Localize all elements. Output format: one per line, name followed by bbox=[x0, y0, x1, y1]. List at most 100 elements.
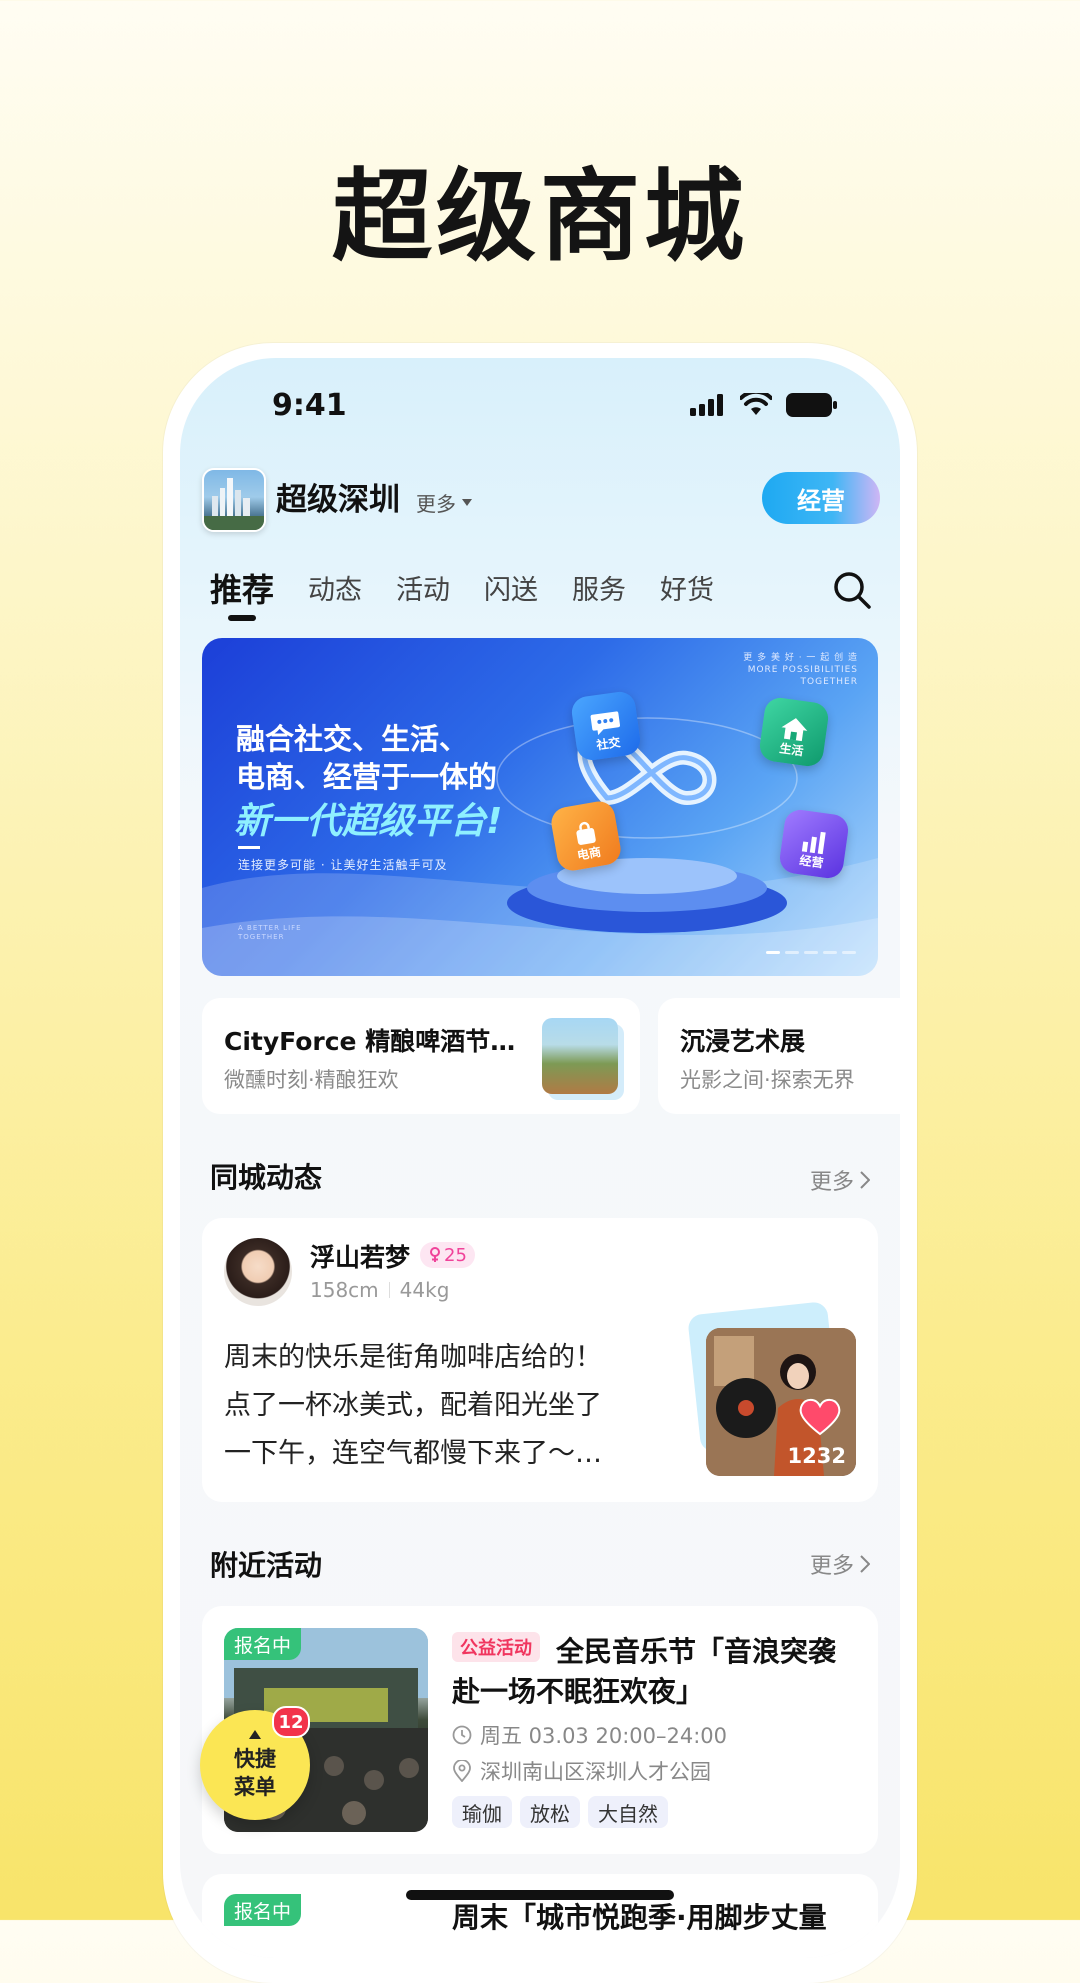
activity-category-tag: 公益活动 bbox=[452, 1632, 540, 1662]
chevron-right-icon bbox=[860, 1555, 870, 1573]
more-dropdown[interactable]: 更多 bbox=[416, 488, 472, 517]
featured-card-thumbnail bbox=[542, 1018, 618, 1094]
nearby-more-link[interactable]: 更多 bbox=[810, 1548, 870, 1580]
more-label: 更多 bbox=[416, 492, 456, 516]
banner-small-text-2: TOGETHER bbox=[238, 933, 285, 941]
pagination-dot bbox=[766, 951, 780, 954]
weight-value: 44kg bbox=[399, 1278, 450, 1302]
tab-activities[interactable]: 活动 bbox=[396, 568, 450, 611]
banner-headline-2: 电商、经营于一体的 bbox=[236, 760, 498, 794]
avatar[interactable] bbox=[224, 1238, 292, 1306]
status-icons bbox=[690, 392, 838, 418]
city-feed-more-label: 更多 bbox=[809, 1170, 854, 1195]
registration-status-badge: 报名中 bbox=[224, 1628, 302, 1660]
heart-icon[interactable] bbox=[798, 1396, 842, 1436]
gender-age-badge: 25 bbox=[420, 1242, 475, 1268]
activity-card[interactable]: 报名中 周末「城市悦跑季·用脚步丈量 bbox=[202, 1874, 878, 1958]
featured-card-subtitle: 光影之间·探索无界 bbox=[680, 1068, 855, 1092]
activity-time: 周五 03.03 20:00–24:00 bbox=[452, 1720, 727, 1750]
post-image[interactable]: 1232 bbox=[706, 1328, 856, 1476]
manage-button[interactable]: 经营 bbox=[762, 472, 880, 524]
tab-dynamics[interactable]: 动态 bbox=[308, 568, 362, 611]
notification-badge: 12 bbox=[272, 1706, 310, 1738]
featured-card-art-exhibition[interactable]: 沉浸艺术展 光影之间·探索无界 bbox=[658, 998, 900, 1114]
status-time: 9:41 bbox=[272, 388, 347, 423]
nearby-more-label: 更多 bbox=[809, 1554, 854, 1579]
city-post-card[interactable]: 浮山若梦 25 158cm 44kg 周末的快乐是街角咖啡店给的！ 点了一杯冰美… bbox=[202, 1218, 878, 1502]
ecommerce-hub-icon: 电商 bbox=[548, 798, 624, 874]
pagination-dot bbox=[842, 951, 856, 954]
activity-time-text: 周五 03.03 20:00–24:00 bbox=[480, 1724, 728, 1748]
banner-divider bbox=[238, 846, 260, 849]
search-icon[interactable] bbox=[832, 570, 872, 610]
life-hub-label: 生活 bbox=[778, 741, 805, 759]
pagination-dot bbox=[785, 951, 799, 954]
city-skyline-icon bbox=[204, 478, 264, 530]
page-headline: 超级商城 bbox=[332, 158, 748, 275]
female-icon bbox=[430, 1247, 440, 1262]
activity-title-line1: 全民音乐节「音浪突袭 bbox=[556, 1635, 837, 1668]
banner-headline-3: 新一代超级平台! bbox=[234, 801, 503, 842]
featured-card-title: 沉浸艺术展 bbox=[680, 1027, 806, 1056]
location-pin-icon bbox=[453, 1760, 471, 1782]
post-text-line: 点了一杯冰美式，配着阳光坐了 bbox=[224, 1390, 602, 1421]
post-text-line: 周末的快乐是街角咖啡店给的！ bbox=[224, 1342, 602, 1373]
banner-small-text-1: A BETTER LIFE bbox=[238, 924, 302, 932]
post-text-line: 一下午，连空气都慢下来了～… bbox=[224, 1438, 602, 1469]
banner-top-text: 更 多 美 好 · 一 起 创 造 MORE POSSIBILITIES TOG… bbox=[743, 652, 858, 688]
banner-headline-1: 融合社交、生活、 bbox=[236, 722, 469, 756]
tab-recommend[interactable]: 推荐 bbox=[210, 565, 274, 621]
city-feed-title: 同城动态 bbox=[210, 1161, 323, 1194]
activity-title-line2: 赴一场不眠狂欢夜」 bbox=[452, 1675, 705, 1708]
caret-up-icon bbox=[249, 1729, 261, 1739]
activity-chip[interactable]: 瑜伽 bbox=[452, 1796, 512, 1828]
pagination-dot bbox=[823, 951, 837, 954]
banner-top-text-1: 更 多 美 好 · 一 起 创 造 bbox=[743, 653, 858, 663]
height-value: 158cm bbox=[310, 1278, 379, 1302]
signal-icon bbox=[690, 394, 723, 416]
bar-chart-icon bbox=[801, 831, 826, 855]
social-hub-icon: 社交 bbox=[569, 689, 643, 763]
app-name: 超级深圳 bbox=[276, 482, 400, 518]
banner-top-text-2: MORE POSSIBILITIES bbox=[747, 665, 858, 675]
pagination-dot bbox=[804, 951, 818, 954]
caret-down-icon bbox=[462, 498, 472, 506]
featured-card-subtitle: 微醺时刻·精酿狂欢 bbox=[224, 1068, 399, 1092]
business-hub-label: 经营 bbox=[798, 853, 825, 871]
banner-subtitle: 连接更多可能 · 让美好生活触手可及 bbox=[238, 858, 448, 872]
tab-services[interactable]: 服务 bbox=[572, 568, 626, 611]
activity-chip[interactable]: 放松 bbox=[520, 1796, 580, 1828]
body-stats: 158cm 44kg bbox=[310, 1278, 449, 1302]
chevron-right-icon bbox=[860, 1171, 870, 1189]
like-count: 1232 bbox=[787, 1444, 846, 1468]
nearby-activities-title: 附近活动 bbox=[210, 1549, 323, 1582]
banner-top-text-3: TOGETHER bbox=[800, 677, 858, 687]
stats-divider bbox=[388, 1282, 390, 1298]
quick-menu-label-2: 菜单 bbox=[234, 1774, 276, 1799]
life-hub-icon: 生活 bbox=[757, 695, 831, 769]
banner-small-text: A BETTER LIFE TOGETHER bbox=[238, 924, 302, 942]
home-indicator[interactable] bbox=[406, 1890, 674, 1900]
ecommerce-hub-label: 电商 bbox=[576, 844, 603, 863]
activity-location-text: 深圳南山区深圳人才公园 bbox=[480, 1760, 711, 1784]
clock-icon bbox=[452, 1725, 472, 1745]
registration-status-badge: 报名中 bbox=[224, 1894, 302, 1926]
banner-pagination bbox=[766, 951, 856, 954]
quick-menu-button[interactable]: 快捷 菜单 12 bbox=[200, 1706, 310, 1820]
tab-flash-delivery[interactable]: 闪送 bbox=[484, 568, 538, 611]
phone-screen: 9:41 超级深圳 更多 经营 推荐 动态 活动 闪送 服务 好货 更 多 美 … bbox=[180, 358, 900, 1958]
wifi-icon bbox=[740, 393, 772, 415]
app-logo[interactable] bbox=[202, 468, 266, 532]
city-feed-more-link[interactable]: 更多 bbox=[810, 1164, 870, 1196]
social-hub-label: 社交 bbox=[595, 735, 622, 753]
quick-menu-label-1: 快捷 bbox=[234, 1746, 276, 1771]
category-tabs: 推荐 动态 活动 闪送 服务 好货 bbox=[210, 565, 748, 621]
promo-banner[interactable]: 更 多 美 好 · 一 起 创 造 MORE POSSIBILITIES TOG… bbox=[202, 638, 878, 976]
featured-card-beer-festival[interactable]: CityForce 精酿啤酒节… 微醺时刻·精酿狂欢 bbox=[202, 998, 640, 1114]
tab-goods[interactable]: 好货 bbox=[660, 568, 714, 611]
age-value: 25 bbox=[444, 1244, 467, 1266]
activity-location: 深圳南山区深圳人才公园 bbox=[452, 1756, 711, 1786]
activity-chip[interactable]: 大自然 bbox=[588, 1796, 668, 1828]
activity-title: 周末「城市悦跑季·用脚步丈量 bbox=[452, 1901, 827, 1934]
post-username[interactable]: 浮山若梦 bbox=[310, 1238, 410, 1274]
